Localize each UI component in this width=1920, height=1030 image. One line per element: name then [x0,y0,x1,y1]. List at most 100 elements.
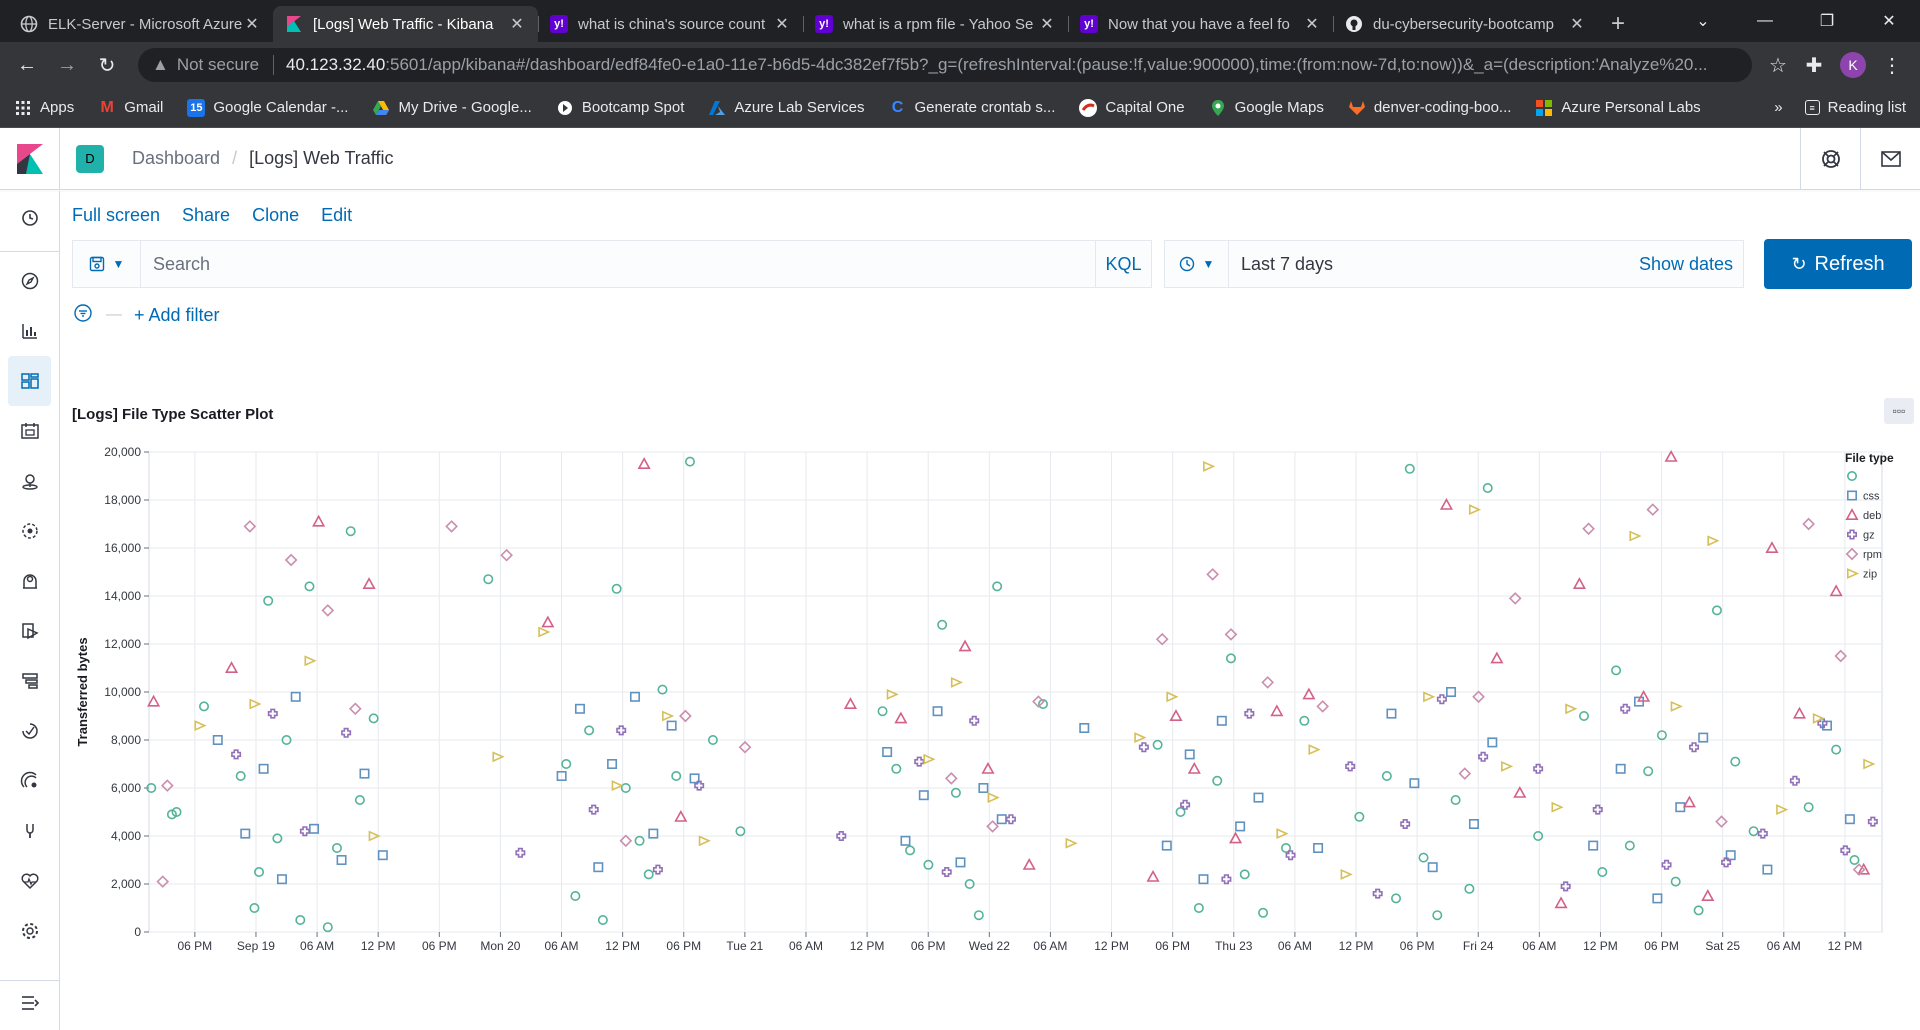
siem-icon[interactable] [0,756,59,806]
visualize-icon[interactable] [0,306,59,356]
bookmark-crontab[interactable]: C Generate crontab s... [888,99,1056,117]
browser-tab[interactable]: y! Now that you have a feel fo ✕ [1068,6,1333,42]
close-tab-icon[interactable]: ✕ [243,14,261,34]
reading-list[interactable]: ≡ Reading list [1804,99,1906,116]
compass-icon[interactable] [0,256,59,306]
bookmark-star-icon[interactable]: ☆ [1760,53,1796,78]
legend-entry[interactable]: zip [1863,569,1877,581]
restore-icon[interactable]: ❐ [1796,11,1858,31]
ml-icon[interactable] [0,506,59,556]
x-tick-label: Mon 20 [480,939,520,953]
search-input[interactable]: Search [141,254,1095,275]
bookmark-bootcamp-spot[interactable]: Bootcamp Spot [556,99,684,117]
close-tab-icon[interactable]: ✕ [1038,14,1056,34]
browser-tab[interactable]: y! what is a rpm file - Yahoo Se ✕ [803,6,1068,42]
close-tab-icon[interactable]: ✕ [1568,14,1586,34]
dev-tools-icon[interactable] [0,806,59,856]
bookmark-drive[interactable]: My Drive - Google... [372,99,532,117]
time-range-value[interactable]: Last 7 days [1229,254,1639,275]
bookmark-calendar[interactable]: 15 Google Calendar -... [187,98,348,117]
refresh-icon: ↻ [1791,253,1807,274]
legend-entry[interactable]: rpm [1863,549,1882,561]
new-tab-button[interactable]: + [1598,6,1638,42]
bookmark-capital-one[interactable]: Capital One [1079,98,1185,117]
save-icon [89,256,104,272]
monitoring-icon[interactable] [0,856,59,906]
apm-icon[interactable] [0,656,59,706]
infra-icon[interactable] [0,556,59,606]
forward-icon[interactable]: → [50,54,84,77]
dashboard-icon[interactable] [8,356,51,406]
uptime-icon[interactable] [0,706,59,756]
query-bar: ▼ Search KQL [72,240,1152,288]
divider [273,55,275,75]
x-tick-label: 06 PM [1644,939,1679,953]
bookmark-azure-lab[interactable]: Azure Lab Services [708,99,864,117]
x-tick-label: 06 PM [1155,939,1190,953]
clock-icon[interactable] [0,193,59,243]
close-window-icon[interactable]: ✕ [1858,11,1920,31]
reload-icon[interactable]: ↻ [90,53,124,78]
logs-icon[interactable] [0,606,59,656]
saved-query-button[interactable]: ▼ [73,241,141,287]
settings-icon[interactable] [0,906,59,956]
x-tick-label: 06 AM [1767,939,1801,953]
bookmark-label: Generate crontab s... [914,99,1056,116]
y-axis-label: Transferred bytes [75,637,90,746]
back-icon[interactable]: ← [10,54,44,77]
close-tab-icon[interactable]: ✕ [508,14,526,34]
browser-toolbar: ← → ↻ ▲ Not secure 40.123.32.40 :5601/ap… [0,42,1920,88]
panel-title: [Logs] File Type Scatter Plot [72,406,274,423]
browser-tab[interactable]: du-cybersecurity-bootcamp ✕ [1333,6,1598,42]
kibana-logo[interactable] [0,127,60,190]
bookmark-label: Gmail [124,99,164,116]
bookmark-gmail[interactable]: M Gmail [98,98,164,117]
collapse-nav-icon[interactable] [0,980,59,1024]
close-tab-icon[interactable]: ✕ [1303,14,1321,34]
space-avatar[interactable]: D [76,144,104,173]
maps-icon[interactable] [0,456,59,506]
legend-entry[interactable]: css [1863,491,1880,503]
extensions-icon[interactable]: ✚ [1796,53,1832,78]
gmail-icon: M [100,98,114,116]
show-dates-link[interactable]: Show dates [1639,254,1743,275]
chevron-right-icon[interactable]: » [1774,99,1782,116]
canvas-icon[interactable] [0,406,59,456]
panel-options-icon[interactable]: ▫▫▫ [1884,398,1914,424]
bookmark-gitlab[interactable]: denver-coding-boo... [1348,99,1512,117]
filter-options-icon[interactable] [74,303,92,327]
x-tick-label: 06 PM [911,939,946,953]
edit-link[interactable]: Edit [321,205,352,226]
menu-kebab-icon[interactable]: ⋮ [1874,53,1910,78]
quick-menu-button[interactable]: ▼ [1165,241,1229,287]
x-tick-label: 12 PM [361,939,396,953]
tab-search-icon[interactable]: ⌄ [1672,11,1734,31]
apps-grid-icon [14,99,32,117]
browser-tab-active[interactable]: [Logs] Web Traffic - Kibana ✕ [273,6,538,42]
bookmark-azure-personal[interactable]: Azure Personal Labs [1535,99,1701,117]
bookmark-apps[interactable]: Apps [14,99,74,117]
browser-tab[interactable]: y! what is china's source count ✕ [538,6,803,42]
bookmark-google-maps[interactable]: Google Maps [1209,99,1324,117]
bookmarks-overflow: » ≡ Reading list [1774,99,1906,116]
browser-tab[interactable]: ELK-Server - Microsoft Azure ✕ [8,6,273,42]
gitlab-icon [1348,99,1366,117]
help-icon[interactable] [1800,127,1860,190]
legend-entry[interactable]: gz [1863,530,1875,542]
refresh-button[interactable]: ↻ Refresh [1764,239,1912,289]
address-bar[interactable]: ▲ Not secure 40.123.32.40 :5601/app/kiba… [138,48,1752,82]
share-link[interactable]: Share [182,205,230,226]
add-filter-button[interactable]: + Add filter [134,305,220,326]
mail-icon[interactable] [1860,127,1920,190]
bookmark-label: denver-coding-boo... [1373,99,1512,116]
minimize-icon[interactable]: — [1734,12,1796,30]
profile-avatar[interactable]: K [1840,52,1866,78]
legend-entry[interactable]: deb [1863,510,1881,522]
clone-link[interactable]: Clone [252,205,299,226]
y-tick-label: 20,000 [104,445,141,459]
close-tab-icon[interactable]: ✕ [773,14,791,34]
kql-toggle[interactable]: KQL [1095,241,1151,287]
x-tick-label: Sat 25 [1705,939,1740,953]
full-screen-link[interactable]: Full screen [72,205,160,226]
breadcrumb-dashboard[interactable]: Dashboard [132,148,220,169]
